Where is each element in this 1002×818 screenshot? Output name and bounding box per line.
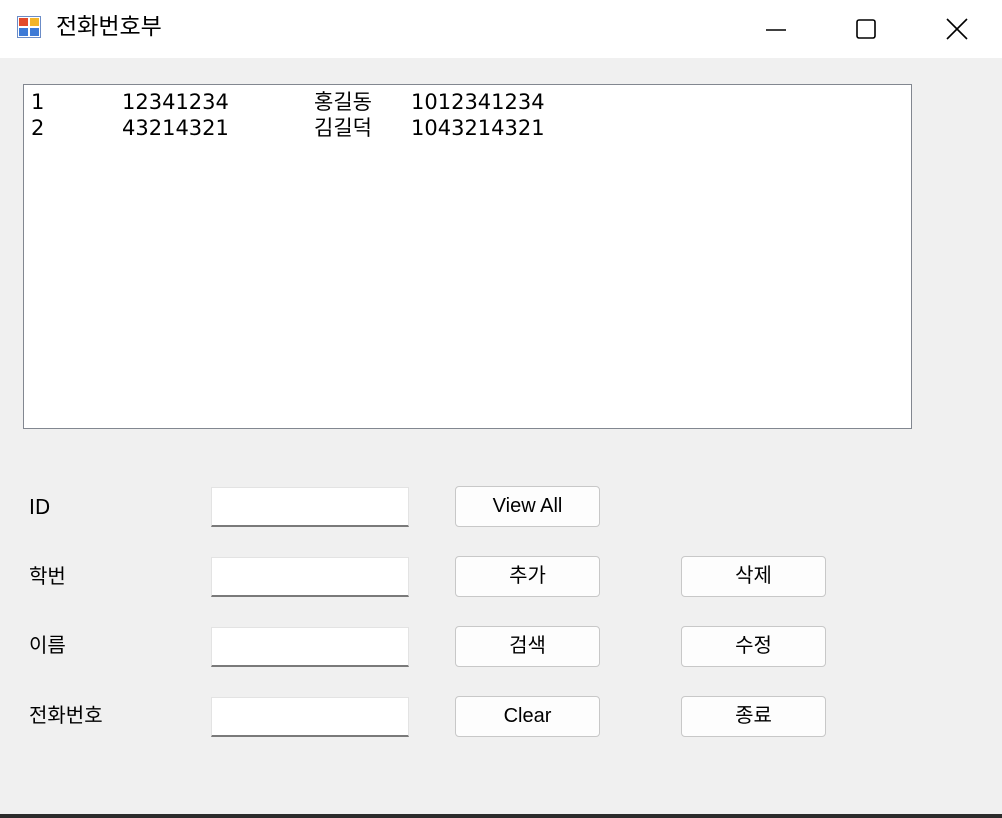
add-button[interactable]: 추가 bbox=[455, 556, 600, 597]
maximize-icon bbox=[856, 19, 876, 39]
edit-button[interactable]: 수정 bbox=[681, 626, 826, 667]
maximize-button[interactable] bbox=[821, 0, 911, 58]
phone-label: 전화번호 bbox=[29, 703, 103, 727]
list-item-name: 김길덕 bbox=[314, 116, 372, 140]
window-title: 전화번호부 bbox=[56, 14, 162, 40]
student-no-field-box[interactable] bbox=[211, 557, 409, 597]
list-item[interactable]: 1 12341234 홍길동 1012341234 bbox=[24, 89, 911, 115]
list-item-name: 홍길동 bbox=[314, 90, 372, 114]
list-item-student-no: 43214321 bbox=[122, 116, 229, 140]
list-item-phone: 1043214321 bbox=[411, 116, 545, 140]
id-label: ID bbox=[29, 495, 51, 519]
list-item-id: 1 bbox=[31, 90, 45, 114]
list-item[interactable]: 2 43214321 김길덕 1043214321 bbox=[24, 115, 911, 141]
title-bar: 전화번호부 bbox=[0, 0, 1002, 58]
student-no-field[interactable] bbox=[212, 558, 408, 595]
delete-button[interactable]: 삭제 bbox=[681, 556, 826, 597]
form-app-icon bbox=[17, 16, 41, 38]
list-item-phone: 1012341234 bbox=[411, 90, 545, 114]
exit-button[interactable]: 종료 bbox=[681, 696, 826, 737]
student-no-label: 학번 bbox=[29, 564, 66, 588]
name-field[interactable] bbox=[212, 628, 408, 665]
close-button[interactable] bbox=[912, 0, 1002, 58]
name-field-box[interactable] bbox=[211, 627, 409, 667]
name-label: 이름 bbox=[29, 633, 66, 657]
list-item-student-no: 12341234 bbox=[122, 90, 229, 114]
clear-button[interactable]: Clear bbox=[455, 696, 600, 737]
window-bottom-border bbox=[0, 814, 1002, 818]
close-icon bbox=[946, 18, 968, 40]
id-field-box[interactable] bbox=[211, 487, 409, 527]
view-all-button[interactable]: View All bbox=[455, 486, 600, 527]
phone-field[interactable] bbox=[212, 698, 408, 735]
search-button[interactable]: 검색 bbox=[455, 626, 600, 667]
id-field[interactable] bbox=[212, 488, 408, 525]
minimize-icon bbox=[766, 29, 786, 31]
phone-field-box[interactable] bbox=[211, 697, 409, 737]
list-item-id: 2 bbox=[31, 116, 45, 140]
minimize-button[interactable] bbox=[731, 0, 821, 58]
records-listbox[interactable]: 1 12341234 홍길동 1012341234 2 43214321 김길덕… bbox=[23, 84, 912, 429]
